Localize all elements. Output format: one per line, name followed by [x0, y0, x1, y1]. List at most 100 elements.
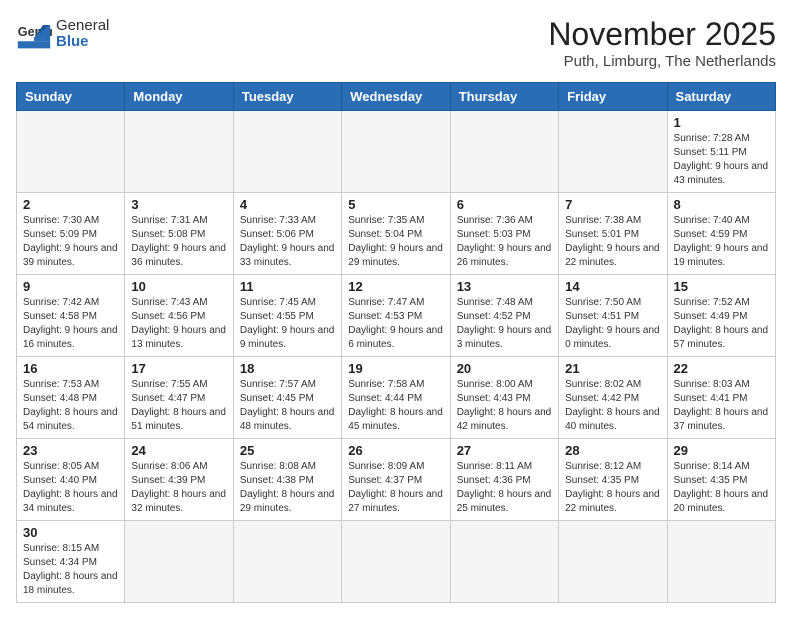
calendar-cell: 3 Sunrise: 7:31 AM Sunset: 5:08 PM Daylig…	[125, 193, 233, 275]
calendar-cell	[17, 111, 125, 193]
page-header: General General Blue November 2025 Puth,…	[16, 16, 776, 70]
calendar-cell: 6 Sunrise: 7:36 AM Sunset: 5:03 PM Daylig…	[450, 193, 558, 275]
title-block: November 2025 Puth, Limburg, The Netherl…	[548, 16, 776, 70]
day-number: 10	[131, 279, 226, 294]
day-info: Sunrise: 7:31 AM Sunset: 5:08 PM Dayligh…	[131, 214, 226, 270]
day-number: 24	[131, 443, 226, 458]
calendar-cell	[450, 521, 558, 603]
calendar-cell	[233, 521, 341, 603]
day-info: Sunrise: 8:08 AM Sunset: 4:38 PM Dayligh…	[240, 460, 335, 516]
calendar-cell: 12Sunrise: 7:47 AM Sunset: 4:53 PM Dayli…	[342, 275, 450, 357]
calendar-cell: 20 Sunrise: 8:00 AM Sunset: 4:43 PM Dayli…	[450, 357, 558, 439]
day-number: 4	[240, 197, 335, 212]
week-row-6: 30Sunrise: 8:15 AM Sunset: 4:34 PM Dayli…	[17, 521, 776, 603]
calendar-cell: 25 Sunrise: 8:08 AM Sunset: 4:38 PM Dayli…	[233, 439, 341, 521]
calendar-cell: 26 Sunrise: 8:09 AM Sunset: 4:37 PM Dayli…	[342, 439, 450, 521]
day-info: Sunrise: 7:45 AM Sunset: 4:55 PM Dayligh…	[240, 296, 335, 352]
day-number: 28	[565, 443, 660, 458]
calendar-cell: 1Sunrise: 7:28 AM Sunset: 5:11 PM Daylig…	[667, 111, 775, 193]
calendar-cell: 2 Sunrise: 7:30 AM Sunset: 5:09 PM Daylig…	[17, 193, 125, 275]
calendar-cell: 13 Sunrise: 7:48 AM Sunset: 4:52 PM Dayli…	[450, 275, 558, 357]
day-info: Sunrise: 8:06 AM Sunset: 4:39 PM Dayligh…	[131, 460, 226, 516]
calendar-cell: 5 Sunrise: 7:35 AM Sunset: 5:04 PM Daylig…	[342, 193, 450, 275]
column-header-tuesday: Tuesday	[233, 83, 341, 111]
day-info: Sunrise: 8:14 AM Sunset: 4:35 PM Dayligh…	[674, 460, 769, 516]
day-number: 3	[131, 197, 226, 212]
day-number: 29	[674, 443, 769, 458]
day-info: Sunrise: 8:00 AM Sunset: 4:43 PM Dayligh…	[457, 378, 552, 434]
day-number: 23	[23, 443, 118, 458]
week-row-4: 16Sunrise: 7:53 AM Sunset: 4:48 PM Dayli…	[17, 357, 776, 439]
calendar-cell: 19 Sunrise: 7:58 AM Sunset: 4:44 PM Dayli…	[342, 357, 450, 439]
week-row-2: 2 Sunrise: 7:30 AM Sunset: 5:09 PM Daylig…	[17, 193, 776, 275]
day-number: 26	[348, 443, 443, 458]
column-header-friday: Friday	[559, 83, 667, 111]
day-number: 11	[240, 279, 335, 294]
day-info: Sunrise: 7:33 AM Sunset: 5:06 PM Dayligh…	[240, 214, 335, 270]
day-info: Sunrise: 7:43 AM Sunset: 4:56 PM Dayligh…	[131, 296, 226, 352]
column-header-wednesday: Wednesday	[342, 83, 450, 111]
calendar-cell	[342, 521, 450, 603]
day-number: 5	[348, 197, 443, 212]
week-row-5: 23 Sunrise: 8:05 AM Sunset: 4:40 PM Dayli…	[17, 439, 776, 521]
calendar-cell	[559, 521, 667, 603]
calendar-cell: 29 Sunrise: 8:14 AM Sunset: 4:35 PM Dayli…	[667, 439, 775, 521]
day-number: 20	[457, 361, 552, 376]
calendar-cell: 24 Sunrise: 8:06 AM Sunset: 4:39 PM Dayli…	[125, 439, 233, 521]
calendar-cell: 14 Sunrise: 7:50 AM Sunset: 4:51 PM Dayli…	[559, 275, 667, 357]
day-number: 27	[457, 443, 552, 458]
calendar-cell: 22 Sunrise: 8:03 AM Sunset: 4:41 PM Dayli…	[667, 357, 775, 439]
column-header-monday: Monday	[125, 83, 233, 111]
day-info: Sunrise: 8:11 AM Sunset: 4:36 PM Dayligh…	[457, 460, 552, 516]
calendar-cell: 21 Sunrise: 8:02 AM Sunset: 4:42 PM Dayli…	[559, 357, 667, 439]
location-text: Puth, Limburg, The Netherlands	[548, 53, 776, 70]
day-info: Sunrise: 7:52 AM Sunset: 4:49 PM Dayligh…	[674, 296, 769, 352]
day-number: 25	[240, 443, 335, 458]
day-info: Sunrise: 7:30 AM Sunset: 5:09 PM Dayligh…	[23, 214, 118, 270]
calendar-cell	[125, 111, 233, 193]
logo-icon: General	[16, 16, 52, 52]
day-number: 19	[348, 361, 443, 376]
day-info: Sunrise: 7:35 AM Sunset: 5:04 PM Dayligh…	[348, 214, 443, 270]
day-info: Sunrise: 8:09 AM Sunset: 4:37 PM Dayligh…	[348, 460, 443, 516]
day-number: 18	[240, 361, 335, 376]
day-number: 15	[674, 279, 769, 294]
calendar-cell: 11 Sunrise: 7:45 AM Sunset: 4:55 PM Dayli…	[233, 275, 341, 357]
calendar-cell	[559, 111, 667, 193]
calendar-cell: 16Sunrise: 7:53 AM Sunset: 4:48 PM Dayli…	[17, 357, 125, 439]
day-number: 21	[565, 361, 660, 376]
day-number: 6	[457, 197, 552, 212]
day-info: Sunrise: 8:12 AM Sunset: 4:35 PM Dayligh…	[565, 460, 660, 516]
calendar-cell: 4 Sunrise: 7:33 AM Sunset: 5:06 PM Daylig…	[233, 193, 341, 275]
day-number: 2	[23, 197, 118, 212]
calendar-cell	[342, 111, 450, 193]
day-info: Sunrise: 7:50 AM Sunset: 4:51 PM Dayligh…	[565, 296, 660, 352]
calendar-cell	[450, 111, 558, 193]
calendar-cell	[125, 521, 233, 603]
week-row-3: 9Sunrise: 7:42 AM Sunset: 4:58 PM Daylig…	[17, 275, 776, 357]
day-info: Sunrise: 8:02 AM Sunset: 4:42 PM Dayligh…	[565, 378, 660, 434]
day-number: 13	[457, 279, 552, 294]
day-info: Sunrise: 7:58 AM Sunset: 4:44 PM Dayligh…	[348, 378, 443, 434]
week-row-1: 1Sunrise: 7:28 AM Sunset: 5:11 PM Daylig…	[17, 111, 776, 193]
day-info: Sunrise: 8:03 AM Sunset: 4:41 PM Dayligh…	[674, 378, 769, 434]
day-number: 22	[674, 361, 769, 376]
day-info: Sunrise: 7:36 AM Sunset: 5:03 PM Dayligh…	[457, 214, 552, 270]
day-info: Sunrise: 7:40 AM Sunset: 4:59 PM Dayligh…	[674, 214, 769, 270]
day-info: Sunrise: 7:57 AM Sunset: 4:45 PM Dayligh…	[240, 378, 335, 434]
calendar-cell	[233, 111, 341, 193]
calendar-cell	[667, 521, 775, 603]
day-number: 14	[565, 279, 660, 294]
logo-general-text: General	[56, 18, 109, 35]
day-info: Sunrise: 7:38 AM Sunset: 5:01 PM Dayligh…	[565, 214, 660, 270]
calendar-cell: 10 Sunrise: 7:43 AM Sunset: 4:56 PM Dayli…	[125, 275, 233, 357]
day-info: Sunrise: 8:15 AM Sunset: 4:34 PM Dayligh…	[23, 542, 118, 598]
column-header-sunday: Sunday	[17, 83, 125, 111]
day-info: Sunrise: 7:53 AM Sunset: 4:48 PM Dayligh…	[23, 378, 118, 434]
column-header-saturday: Saturday	[667, 83, 775, 111]
day-info: Sunrise: 8:05 AM Sunset: 4:40 PM Dayligh…	[23, 460, 118, 516]
day-number: 12	[348, 279, 443, 294]
calendar-cell: 27 Sunrise: 8:11 AM Sunset: 4:36 PM Dayli…	[450, 439, 558, 521]
calendar-cell: 8Sunrise: 7:40 AM Sunset: 4:59 PM Daylig…	[667, 193, 775, 275]
day-info: Sunrise: 7:48 AM Sunset: 4:52 PM Dayligh…	[457, 296, 552, 352]
